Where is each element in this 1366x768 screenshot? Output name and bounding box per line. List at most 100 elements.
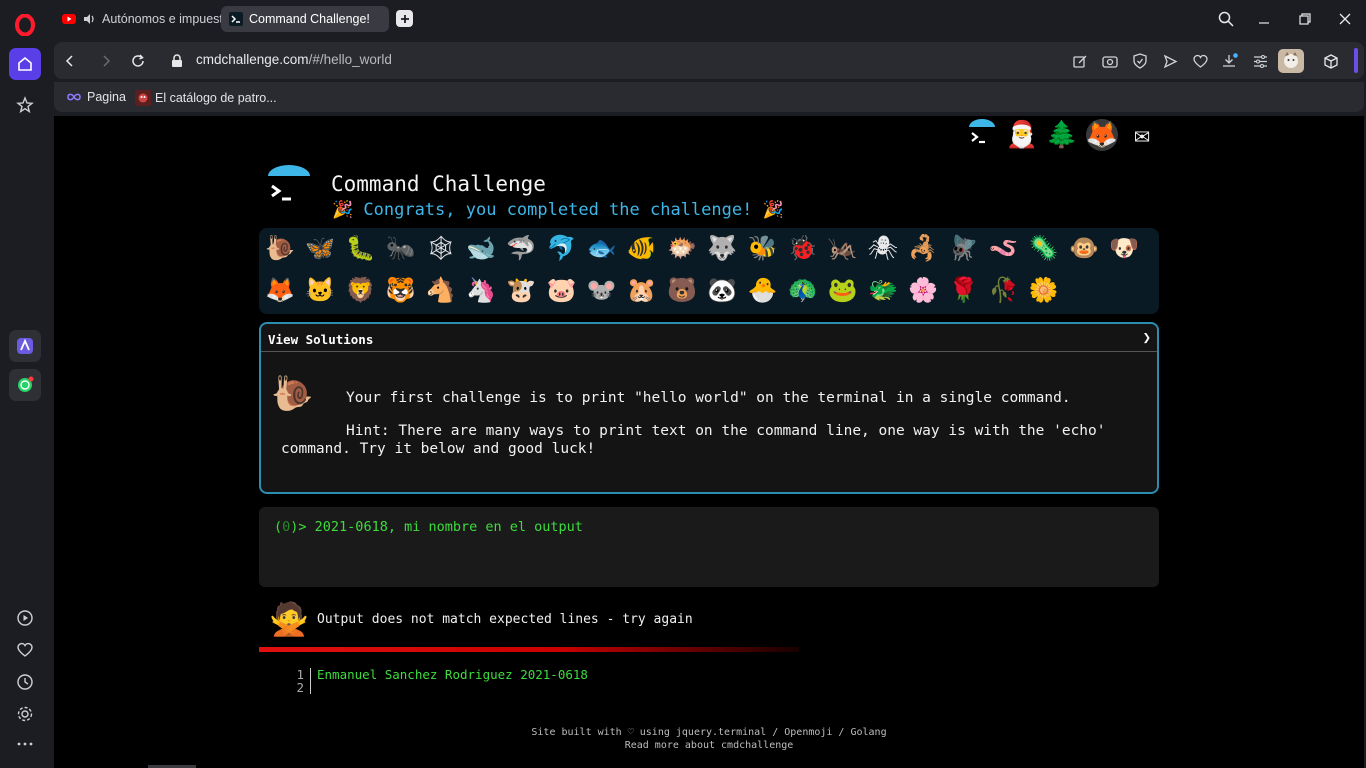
challenge-panel: View Solutions ❯ 🐌 Your first challenge … [259,322,1159,494]
challenge-icon[interactable]: 🐋 [464,231,498,265]
tab-command-challenge[interactable]: Command Challenge! [221,6,389,32]
challenge-icon[interactable]: 🐺 [705,231,739,265]
challenge-icon[interactable]: 🪰 [946,231,980,265]
new-tab-icon[interactable] [396,10,413,27]
back-icon[interactable] [60,51,80,71]
challenge-icon[interactable]: 🐹 [625,273,659,307]
challenge-icon[interactable]: 🐜 [384,231,418,265]
more-icon[interactable] [9,728,41,760]
tree-icon[interactable]: 🌲 [1046,119,1078,151]
snail-icon: 🐌 [271,374,314,414]
shield-icon[interactable] [1131,52,1149,70]
challenge-icon[interactable]: 🐵 [1067,231,1101,265]
speaker-icon[interactable] [82,12,96,26]
bookmark-pagina[interactable]: Pagina [66,90,126,104]
chevron-right-icon[interactable]: ❯ [1143,330,1151,346]
challenge-icon[interactable]: 🐡 [665,231,699,265]
player-icon[interactable] [9,602,41,634]
challenge-icon[interactable]: 🐌 [263,231,297,265]
challenge-icon[interactable]: 🐷 [544,273,578,307]
tab-label: Command Challenge! [249,12,370,26]
challenge-icon[interactable]: 🐶 [1107,231,1141,265]
terminal-input[interactable]: (0)> 2021-0618, mi nombre en el output [259,507,1159,587]
result-row: 🙅 Output does not match expected lines -… [269,598,693,640]
challenge-icon[interactable]: 🐮 [504,273,538,307]
prompt-number: 0 [282,519,291,535]
lock-icon[interactable] [167,51,187,71]
url-field[interactable]: cmdchallenge.com/#/hello_world [196,52,392,67]
terminal-favicon-icon [229,12,243,26]
easy-setup-icon[interactable] [1251,52,1269,70]
bookmark-label: El catálogo de patro... [155,91,277,105]
challenge-icon[interactable]: 🦠 [1027,231,1061,265]
congrats-message: 🎉 Congrats, you completed the challenge!… [332,200,784,220]
challenge-icon[interactable]: 🕷 [866,231,900,265]
restore-icon[interactable] [1295,9,1315,29]
challenge-icon[interactable]: 🐞 [786,231,820,265]
person-gesturing-no-icon: 🙅 [269,600,309,638]
challenge-icon[interactable]: 🦈 [504,231,538,265]
challenge-icon[interactable]: 🐯 [384,273,418,307]
challenge-icon[interactable]: 🐬 [544,231,578,265]
search-icon[interactable] [1216,9,1236,29]
challenge-icon[interactable]: 🦋 [303,231,337,265]
challenge-icon[interactable]: 🐣 [745,273,779,307]
bookmark-catalogo[interactable]: El catálogo de patro... [135,90,277,106]
star-icon[interactable] [9,89,41,121]
challenge-icon[interactable]: 🦊 [263,273,297,307]
cmdchallenge-logo-icon[interactable] [966,119,998,151]
camera-icon[interactable] [1101,52,1119,70]
close-icon[interactable] [1335,9,1355,29]
heart-icon[interactable] [1191,52,1209,70]
challenge-icon[interactable]: 🥀 [987,273,1021,307]
profile-avatar[interactable] [1278,49,1304,73]
challenge-icon[interactable]: 🕸 [424,231,458,265]
challenge-icon[interactable]: 🦄 [464,273,498,307]
history-icon[interactable] [9,666,41,698]
challenge-icon[interactable]: 🐭 [585,273,619,307]
challenge-icon[interactable]: 🦂 [906,231,940,265]
forward-icon[interactable] [96,51,116,71]
challenge-icon[interactable]: 🦁 [343,273,377,307]
challenge-icon[interactable]: 🦚 [786,273,820,307]
tab-autonomos[interactable]: Autónomos e impuest [54,6,222,32]
santa-icon[interactable]: 🎅 [1006,119,1038,151]
challenge-icon[interactable]: 🌹 [946,273,980,307]
view-solutions-toggle[interactable]: View Solutions [261,324,1157,352]
challenge-icon[interactable]: 🐠 [625,231,659,265]
challenge-icon[interactable]: 🐛 [343,231,377,265]
sidebar-accent-stripe [1354,48,1358,73]
edit-icon[interactable] [1071,52,1089,70]
reload-icon[interactable] [128,51,148,71]
challenge-icon[interactable]: 🪱 [987,231,1021,265]
challenge-icon[interactable]: 🐟 [585,231,619,265]
page-content: 🎅 🌲 🦊 ✉ Command Challenge 🎉 Congrats, yo… [54,116,1364,768]
extensions-cube-icon[interactable] [1322,52,1340,70]
error-bar [259,647,799,652]
download-icon[interactable] [1221,52,1239,70]
gitlab-icon[interactable]: 🦊 [1086,119,1118,151]
opera-logo-icon[interactable] [14,13,36,37]
challenge-icon[interactable]: 🌼 [1027,273,1061,307]
challenge-icon[interactable]: 🦗 [826,231,860,265]
challenge-icon[interactable]: 🐼 [705,273,739,307]
home-icon[interactable] [9,48,41,80]
challenge-icon[interactable]: 🐲 [866,273,900,307]
challenge-icon[interactable]: 🐝 [745,231,779,265]
challenge-icon[interactable]: 🌸 [906,273,940,307]
heart-icon[interactable] [9,634,41,666]
output-text: Enmanuel Sanchez Rodriguez 2021-0618 [317,667,588,682]
challenge-icon[interactable]: 🐸 [826,273,860,307]
challenge-icon[interactable]: 🐻 [665,273,699,307]
minimize-icon[interactable] [1254,9,1274,29]
whatsapp-icon[interactable] [9,369,41,401]
footer-credits[interactable]: Site built with ♡ using jquery.terminal … [54,726,1364,739]
settings-icon[interactable] [9,698,41,730]
challenge-icon[interactable]: 🐴 [424,273,458,307]
footer-read-more[interactable]: Read more about cmdchallenge [54,739,1364,752]
view-solutions-label: View Solutions [268,332,374,347]
aria-icon[interactable] [9,330,41,362]
send-icon[interactable] [1161,52,1179,70]
challenge-icon[interactable]: 🐱 [303,273,337,307]
mail-icon[interactable]: ✉ [1126,119,1158,151]
